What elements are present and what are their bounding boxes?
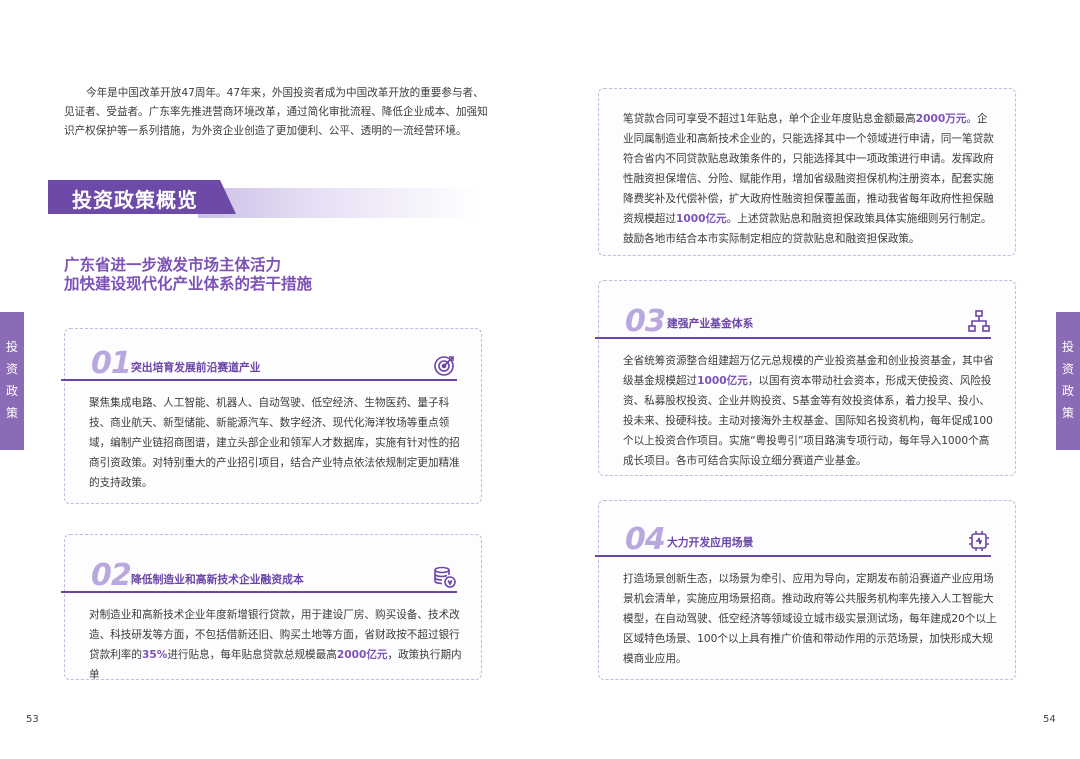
body-text: 。企业同属制造业和高新技术企业的，只能选择其中一个领域进行申请，同一笔贷款符合省… <box>623 113 994 225</box>
side-tab-char: 资 <box>5 362 18 376</box>
side-tab-char: 策 <box>5 406 18 420</box>
card-body: 打造场景创新生态，以场景为牵引、应用为导向，定期发布前沿赛道产业应用场景机会清单… <box>623 573 997 665</box>
card-rule <box>595 337 991 339</box>
policy-card-02: 02 降低制造业和高新技术企业融资成本 对制造业和高新技术企业年度新增银行贷款，… <box>61 534 482 681</box>
banner-gradient <box>198 188 478 218</box>
policy-card-03: 03 建强产业基金体系 全省统筹资源整合组建超万亿元总规模的产业投资基金和创业投… <box>595 280 1016 476</box>
card-title: 建强产业基金体系 <box>667 317 754 330</box>
coins-icon <box>434 566 456 588</box>
card-body: 对制造业和高新技术企业年度新增银行贷款，用于建设厂房、购买设备、技术改造、科技研… <box>89 605 463 685</box>
side-tab-char: 政 <box>5 384 18 398</box>
card-title: 降低制造业和高新技术企业融资成本 <box>131 573 304 586</box>
highlight-rate: 35% <box>141 649 168 661</box>
card-number: 04 <box>625 522 666 557</box>
page-number-left: 53 <box>26 714 39 725</box>
org-chart-icon <box>968 310 990 332</box>
card-rule <box>595 555 991 557</box>
side-tab-char: 政 <box>1061 384 1074 398</box>
chip-icon <box>969 531 989 551</box>
intro-paragraph: 今年是中国改革开放47周年。47年来，外国投资者成为中国改革开放的重要参与者、见… <box>64 87 488 137</box>
policy-card-04: 04 大力开发应用场景 打造场景创新生态，以场景为牵引、应用为导向，定期发布前沿… <box>595 500 1016 680</box>
body-text: 笔贷款合同可享受不超过1年贴息，单个企业年度贴息金额最高 <box>623 113 916 125</box>
card-rule <box>61 591 457 593</box>
side-tab-char: 策 <box>1061 406 1074 420</box>
body-text: 进行贴息，每年贴息贷款总规模最高 <box>167 649 337 661</box>
side-tab-char: 投 <box>1061 340 1074 354</box>
section-banner: 投资政策概览 <box>48 180 478 218</box>
side-tab-char: 投 <box>5 340 18 354</box>
side-tab-right: 投 资 政 策 <box>1056 312 1080 450</box>
target-icon <box>434 356 454 376</box>
subtitle-line-1: 广东省进一步激发市场主体活力 <box>64 256 282 274</box>
highlight-amount: 2000万元 <box>915 113 967 125</box>
card-number: 01 <box>91 346 132 381</box>
subtitle-line-2: 加快建设现代化产业体系的若干措施 <box>64 275 313 293</box>
policy-card-02-continued: 笔贷款合同可享受不超过1年贴息，单个企业年度贴息金额最高2000万元。企业同属制… <box>598 88 1016 256</box>
body-text: ，以国有资本带动社会资本，形成天使投资、风险投资、私募股权投资、企业并购投资、S… <box>623 375 993 467</box>
card-body: 聚焦集成电路、人工智能、机器人、自动驾驶、低空经济、生物医药、量子科技、商业航天… <box>89 397 460 489</box>
card-number: 03 <box>625 304 666 339</box>
policy-subtitle: 广东省进一步激发市场主体活力 加快建设现代化产业体系的若干措施 <box>64 256 312 294</box>
highlight-amount: 2000亿元 <box>336 649 388 661</box>
side-tab-char: 资 <box>1061 362 1074 376</box>
section-title: 投资政策概览 <box>72 188 198 212</box>
policy-card-01: 01 突出培育发展前沿赛道产业 聚焦集成电路、人工智能、机器人、自动驾驶、低空经… <box>61 328 482 504</box>
page-number-right: 54 <box>1043 714 1056 725</box>
card-rule <box>61 379 457 381</box>
card-title: 突出培育发展前沿赛道产业 <box>131 361 261 374</box>
highlight-amount: 1000亿元 <box>697 375 748 387</box>
side-tab-left: 投 资 政 策 <box>0 312 24 450</box>
card-body: 笔贷款合同可享受不超过1年贴息，单个企业年度贴息金额最高2000万元。企业同属制… <box>623 109 997 249</box>
highlight-amount: 1000亿元 <box>675 213 727 225</box>
card-title: 大力开发应用场景 <box>667 536 754 549</box>
card-number: 02 <box>91 558 132 593</box>
card-body: 全省统筹资源整合组建超万亿元总规模的产业投资基金和创业投资基金，其中省级基金规模… <box>623 351 997 471</box>
